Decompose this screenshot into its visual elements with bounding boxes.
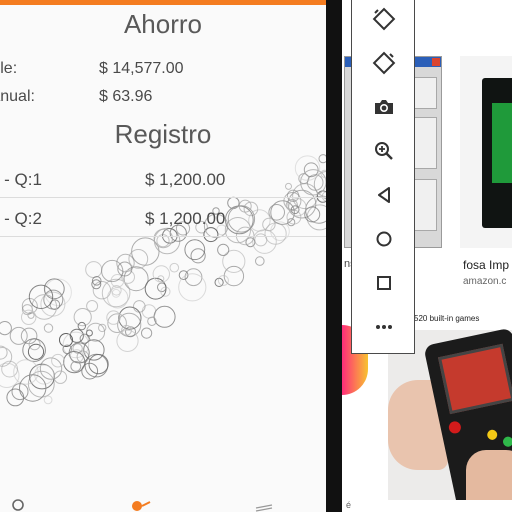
home-icon[interactable]	[368, 223, 400, 255]
bubble	[294, 155, 321, 181]
registro-row-1-label[interactable]: 0 - Q:1	[0, 170, 42, 190]
console-button	[447, 420, 463, 435]
registro-row-2-label[interactable]: 0 - Q:2	[0, 209, 42, 229]
savings-title: Ahorro	[123, 9, 203, 39]
search-icon[interactable]	[10, 496, 26, 512]
rotate-left-icon[interactable]	[368, 3, 400, 35]
bubble	[73, 308, 92, 327]
bubble	[59, 333, 73, 347]
result-thumbnail-printer[interactable]	[460, 56, 512, 248]
results-bottom-strip: é	[342, 500, 512, 512]
bubble	[9, 326, 28, 345]
bubble	[107, 287, 129, 309]
bubble	[252, 229, 277, 254]
bubble	[81, 362, 99, 380]
annual-interest-value: $ 63.96	[99, 88, 153, 105]
bubble	[141, 327, 153, 339]
bubble	[106, 310, 121, 325]
console-button	[486, 428, 499, 441]
bubble	[133, 300, 146, 313]
bubble	[270, 221, 290, 241]
bubble	[169, 262, 180, 273]
bubble	[111, 288, 121, 298]
available-label: onible:	[0, 60, 18, 77]
bubble	[178, 273, 207, 302]
bubble	[217, 243, 230, 256]
bubble	[222, 249, 246, 273]
hand-image	[466, 450, 512, 500]
bottom-caption: é	[346, 500, 352, 510]
savings-app: Ahorro onible: $ 14,577.00 es anual: $ 6…	[0, 0, 326, 512]
printer-window	[492, 103, 512, 183]
camera-icon[interactable]	[368, 91, 400, 123]
bubble	[153, 305, 176, 328]
bubble	[144, 277, 167, 300]
bubble	[101, 259, 124, 283]
bubble	[0, 362, 20, 388]
bubble	[85, 261, 103, 279]
bottom-navigation	[0, 496, 326, 512]
bubble	[318, 154, 326, 164]
registro-row-2-value[interactable]: $ 1,200.00	[145, 209, 225, 229]
bubble	[27, 343, 45, 360]
overview-icon[interactable]	[368, 267, 400, 299]
annual-interest-label: es anual:	[0, 88, 35, 105]
bubble	[224, 217, 251, 244]
bubble	[264, 222, 287, 245]
registro-divider	[0, 236, 326, 237]
bubble	[88, 354, 109, 375]
window-gap	[326, 0, 342, 512]
available-value: $ 14,577.00	[99, 60, 184, 77]
savings-icon[interactable]	[130, 496, 152, 512]
result-caption-right[interactable]: fosa Imp	[463, 258, 509, 272]
bubble	[118, 306, 142, 330]
bubble	[6, 388, 25, 407]
bubble	[254, 256, 265, 266]
registro-title: Registro	[114, 119, 212, 149]
bubble	[86, 300, 99, 312]
back-icon[interactable]	[368, 179, 400, 211]
bubble	[20, 327, 38, 345]
bubble	[223, 265, 245, 287]
more-icon[interactable]	[368, 311, 400, 343]
bubble	[128, 249, 149, 269]
bubble	[43, 395, 53, 405]
bubble	[0, 321, 12, 336]
console-button	[502, 435, 512, 448]
bubble	[304, 206, 321, 223]
result-source-right: amazon.c	[463, 276, 507, 287]
bubble	[43, 323, 54, 333]
game-banner-text: 520 built-in games	[414, 314, 480, 323]
registro-divider	[0, 197, 326, 198]
bubble	[203, 227, 219, 243]
console-screen	[437, 343, 512, 415]
bubble	[298, 173, 310, 185]
printer-image	[482, 78, 512, 228]
emulator-toolbar	[351, 0, 415, 354]
zoom-in-icon[interactable]	[368, 135, 400, 167]
list-icon[interactable]	[254, 496, 274, 512]
bubble	[121, 270, 136, 284]
bubble	[285, 182, 292, 190]
close-icon	[432, 58, 440, 66]
rotate-right-icon[interactable]	[368, 47, 400, 79]
bubble	[116, 329, 139, 352]
registro-row-1-value[interactable]: $ 1,200.00	[145, 170, 225, 190]
